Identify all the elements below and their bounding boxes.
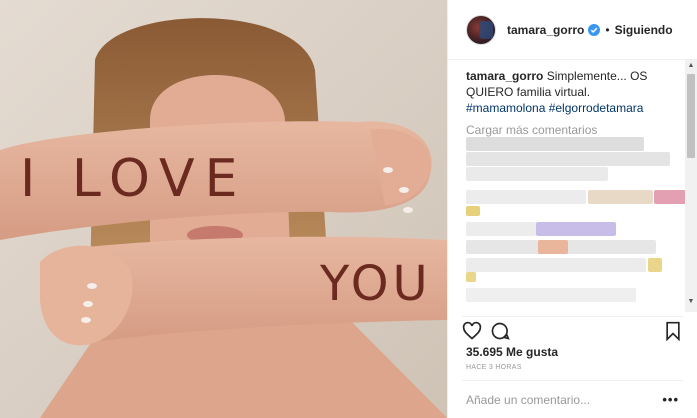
post-header: tamara_gorro • Siguiendo [448, 0, 697, 60]
scroll-down-arrow-icon[interactable]: ▼ [687, 298, 695, 306]
caption-hashtags[interactable]: #mamamolona #elgorrodetamara [466, 100, 684, 116]
avatar[interactable] [466, 14, 496, 45]
post-photo[interactable]: I LOVE YOU [0, 0, 447, 418]
bookmark-icon[interactable] [663, 321, 683, 341]
photo-illustration: I LOVE YOU [0, 0, 447, 418]
header-separator: • [605, 22, 610, 37]
post-sidebar: tamara_gorro • Siguiendo tamara_gorro Si… [447, 0, 697, 418]
comments-list: tamara_gorro Simplemente... OS QUIERO fa… [466, 68, 684, 310]
heart-icon[interactable] [462, 321, 482, 341]
author-username[interactable]: tamara_gorro [507, 23, 584, 37]
comment-icon[interactable] [490, 321, 510, 341]
post-timestamp[interactable]: HACE 3 HORAS [466, 364, 522, 371]
likes-count[interactable]: 35.695 Me gusta [466, 345, 558, 359]
load-more-comments-button[interactable]: Cargar más comentarios [466, 122, 684, 138]
instagram-post: I LOVE YOU tamara_gorro • Siguiendo tama… [0, 0, 697, 418]
scrollbar-thumb[interactable] [687, 74, 695, 158]
add-comment-bar: Añade un comentario... ••• [462, 380, 683, 418]
arm-bottom-text: YOU [319, 256, 432, 312]
following-button[interactable]: Siguiendo [615, 23, 673, 37]
arm-top-text: I LOVE [20, 149, 247, 209]
caption-username[interactable]: tamara_gorro [466, 69, 543, 83]
caption: tamara_gorro Simplemente... OS QUIERO fa… [466, 68, 684, 116]
scroll-up-arrow-icon[interactable]: ▲ [687, 62, 695, 70]
verified-badge-icon [588, 23, 601, 36]
comment-input[interactable]: Añade un comentario... [466, 393, 590, 407]
more-options-button[interactable]: ••• [662, 392, 679, 407]
post-actions [462, 316, 683, 344]
